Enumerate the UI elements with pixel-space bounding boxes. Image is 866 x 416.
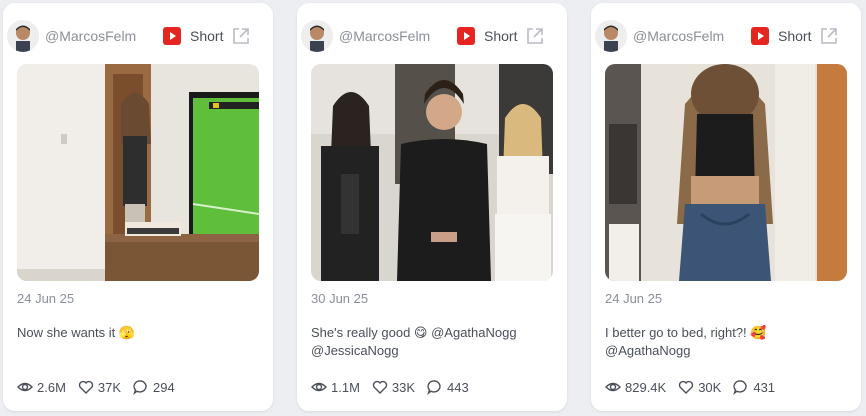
caption-line: I better go to bed, right?! 🥰 — [605, 325, 767, 340]
comments-stat: 443 — [427, 379, 469, 395]
youtube-icon — [163, 27, 181, 45]
heart-icon — [78, 380, 94, 394]
views-stat: 1.1M — [311, 379, 360, 395]
likes-count: 33K — [391, 379, 416, 395]
avatar[interactable] — [7, 20, 39, 52]
avatar[interactable] — [595, 20, 627, 52]
likes-stat: 37K — [78, 379, 121, 395]
comment-icon — [427, 380, 441, 395]
heart-icon — [372, 380, 388, 394]
post-date: 24 Jun 25 — [605, 291, 663, 306]
video-thumbnail[interactable] — [605, 64, 847, 281]
post-stats: 2.6M 37K 294 — [17, 378, 187, 396]
video-card[interactable]: @MarcosFelm Short 24 Jun 25 I better go … — [591, 3, 861, 411]
comments-stat: 294 — [133, 379, 175, 395]
external-link-icon[interactable] — [525, 26, 545, 46]
platform-label: Short — [484, 28, 518, 44]
channel-handle[interactable]: @MarcosFelm — [339, 28, 430, 44]
views-count: 1.1M — [331, 379, 360, 395]
eye-icon — [17, 382, 33, 392]
channel-handle[interactable]: @MarcosFelm — [45, 28, 136, 44]
platform-label: Short — [778, 28, 812, 44]
video-thumbnail[interactable] — [311, 64, 553, 281]
caption-line: @JessicaNogg — [311, 343, 399, 358]
post-stats: 1.1M 33K 443 — [311, 378, 481, 396]
likes-count: 30K — [698, 379, 722, 395]
likes-stat: 33K — [372, 379, 415, 395]
eye-icon — [605, 382, 621, 392]
youtube-icon — [457, 27, 475, 45]
video-card[interactable]: @MarcosFelm Short 24 Jun 25 Now she want… — [3, 3, 273, 411]
comment-icon — [733, 380, 747, 395]
comment-icon — [133, 380, 147, 395]
channel-handle[interactable]: @MarcosFelm — [633, 28, 724, 44]
caption-line: She's really good 😋 @AgathaNogg — [311, 325, 517, 340]
video-card[interactable]: @MarcosFelm Short 30 Jun 25 She's really… — [297, 3, 567, 411]
comments-count: 443 — [447, 379, 469, 395]
likes-stat: 30K — [678, 379, 721, 395]
avatar[interactable] — [301, 20, 333, 52]
views-count: 2.6M — [37, 379, 66, 395]
youtube-icon — [751, 27, 769, 45]
caption-line: @AgathaNogg — [605, 343, 691, 358]
platform-label: Short — [190, 28, 224, 44]
caption-line: Now she wants it 🫣 — [17, 325, 136, 340]
post-date: 30 Jun 25 — [311, 291, 369, 306]
external-link-icon[interactable] — [231, 26, 251, 46]
external-link-icon[interactable] — [819, 26, 839, 46]
heart-icon — [679, 380, 694, 394]
post-caption: She's really good 😋 @AgathaNogg @Jessica… — [311, 324, 555, 360]
views-count: 829.4K — [625, 379, 667, 395]
post-caption: I better go to bed, right?! 🥰 @AgathaNog… — [605, 324, 849, 360]
comments-count: 294 — [153, 379, 175, 395]
post-stats: 829.4K 30K 431 — [605, 378, 787, 396]
card-header: @MarcosFelm Short — [3, 17, 273, 57]
card-header: @MarcosFelm Short — [591, 17, 861, 57]
post-date: 24 Jun 25 — [17, 291, 75, 306]
comments-count: 431 — [753, 379, 776, 395]
eye-icon — [311, 382, 327, 392]
post-caption: Now she wants it 🫣 — [17, 324, 261, 342]
card-header: @MarcosFelm Short — [297, 17, 567, 57]
likes-count: 37K — [97, 379, 122, 395]
views-stat: 829.4K — [605, 379, 666, 395]
views-stat: 2.6M — [17, 379, 66, 395]
video-thumbnail[interactable] — [17, 64, 259, 281]
comments-stat: 431 — [733, 379, 775, 395]
